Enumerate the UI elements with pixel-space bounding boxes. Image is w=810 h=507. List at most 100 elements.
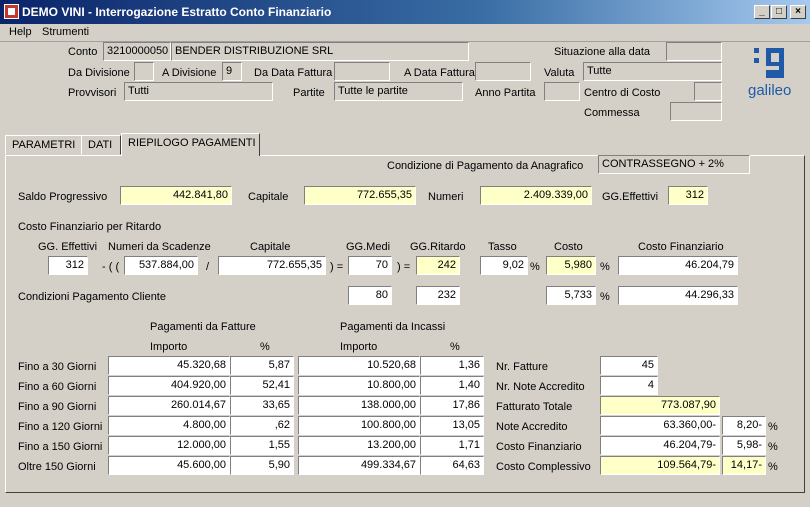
aging-incassi-pct[interactable]: 13,05 <box>420 416 484 435</box>
menu-strumenti[interactable]: Strumenti <box>42 26 89 38</box>
row2-gg-ritardo[interactable]: 232 <box>416 286 460 305</box>
da-data-fattura-label: Da Data Fattura <box>254 67 333 79</box>
da-divisione-field[interactable] <box>134 62 154 81</box>
aging-fatture-pct[interactable]: 33,65 <box>230 396 294 415</box>
maximize-button[interactable]: □ <box>771 5 787 19</box>
summary-costo-finanziario-pct[interactable]: 5,98- <box>722 436 766 455</box>
aging-fatture-importo[interactable]: 12.000,00 <box>108 436 230 455</box>
commessa-field[interactable] <box>670 102 722 121</box>
aging-incassi-importo[interactable]: 100.800,00 <box>298 416 420 435</box>
da-data-fattura-field[interactable] <box>334 62 390 81</box>
row1-numeri-scadenze[interactable]: 537.884,00 <box>124 256 198 275</box>
summary-label-nr-note: Nr. Note Accredito <box>496 381 585 393</box>
situazione-field[interactable] <box>666 42 722 61</box>
aging-fatture-importo[interactable]: 260.014,67 <box>108 396 230 415</box>
numeri-label: Numeri <box>428 191 464 203</box>
aging-incassi-importo[interactable]: 10.800,00 <box>298 376 420 395</box>
row1-gg-ritardo[interactable]: 242 <box>416 256 460 275</box>
op-minus: - ( ( <box>102 261 120 273</box>
galileo-logo: galileo <box>746 44 806 100</box>
commessa-label: Commessa <box>584 107 640 119</box>
incassi-pct-header: % <box>450 341 460 353</box>
aging-incassi-pct[interactable]: 64,63 <box>420 456 484 475</box>
aging-incassi-importo[interactable]: 10.520,68 <box>298 356 420 375</box>
tab-parametri[interactable]: PARAMETRI <box>5 135 82 155</box>
row1-costo-finanziario[interactable]: 46.204,79 <box>618 256 738 275</box>
aging-incassi-pct[interactable]: 1,40 <box>420 376 484 395</box>
aging-fatture-pct[interactable]: 5,87 <box>230 356 294 375</box>
close-button[interactable]: × <box>790 5 806 19</box>
aging-fatture-pct[interactable]: 5,90 <box>230 456 294 475</box>
partite-label: Partite <box>293 87 325 99</box>
aging-fatture-importo[interactable]: 45.600,00 <box>108 456 230 475</box>
summary-note-accredito[interactable]: 63.360,00- <box>600 416 720 435</box>
centro-di-costo-field[interactable] <box>694 82 722 101</box>
aging-incassi-importo[interactable]: 13.200,00 <box>298 436 420 455</box>
col-gg-ritardo: GG.Ritardo <box>410 241 466 253</box>
summary-costo-complessivo-pct-sign: % <box>768 461 778 473</box>
col-gg-medi: GG.Medi <box>346 241 391 253</box>
capitale-label: Capitale <box>248 191 289 203</box>
a-divisione-label: A Divisione <box>162 67 217 79</box>
gg-effettivi-field[interactable]: 312 <box>668 186 708 205</box>
summary-costo-complessivo[interactable]: 109.564,79- <box>600 456 720 475</box>
aging-incassi-pct[interactable]: 1,36 <box>420 356 484 375</box>
condizioni-cliente-label: Condizioni Pagamento Cliente <box>18 291 166 303</box>
aging-incassi-importo[interactable]: 138.000,00 <box>298 396 420 415</box>
row2-gg-medi[interactable]: 80 <box>348 286 392 305</box>
aging-fatture-pct[interactable]: 52,41 <box>230 376 294 395</box>
conto-code-field[interactable]: 3210000050 <box>103 42 171 61</box>
partite-field[interactable]: Tutte le partite <box>334 82 463 101</box>
provvisori-label: Provvisori <box>68 87 117 99</box>
menu-help[interactable]: Help <box>9 26 32 38</box>
fatture-importo-header: Importo <box>150 341 188 353</box>
aging-label: Fino a 60 Giorni <box>18 381 97 393</box>
capitale-field[interactable]: 772.655,35 <box>304 186 416 205</box>
summary-fatturato-totale[interactable]: 773.087,90 <box>600 396 720 415</box>
aging-fatture-importo[interactable]: 404.920,00 <box>108 376 230 395</box>
col-numeri-scadenze: Numeri da Scadenze <box>108 241 211 253</box>
aging-fatture-importo[interactable]: 4.800,00 <box>108 416 230 435</box>
provvisori-field[interactable]: Tutti <box>124 82 273 101</box>
anno-partita-field[interactable] <box>544 82 580 101</box>
row1-gg-medi[interactable]: 70 <box>348 256 392 275</box>
a-data-fattura-field[interactable] <box>475 62 531 81</box>
saldo-field[interactable]: 442.841,80 <box>120 186 232 205</box>
summary-nr-note-accredito[interactable]: 4 <box>600 376 658 395</box>
centro-di-costo-label: Centro di Costo <box>584 87 661 99</box>
condizione-field[interactable]: CONTRASSEGNO + 2% <box>598 155 750 174</box>
pagamenti-incassi-title: Pagamenti da Incassi <box>340 321 446 333</box>
aging-incassi-importo[interactable]: 499.334,67 <box>298 456 420 475</box>
row1-costo[interactable]: 5,980 <box>546 256 596 275</box>
aging-fatture-pct[interactable]: 1,55 <box>230 436 294 455</box>
a-divisione-field[interactable]: 9 <box>222 62 242 81</box>
conto-name-field[interactable]: BENDER DISTRIBUZIONE SRL <box>171 42 469 61</box>
minimize-button[interactable]: _ <box>754 5 770 19</box>
galileo-logo-text: galileo <box>748 82 792 99</box>
aging-label: Fino a 150 Giorni <box>18 441 103 453</box>
row1-tasso[interactable]: 9,02 <box>480 256 528 275</box>
row2-costo[interactable]: 5,733 <box>546 286 596 305</box>
aging-fatture-importo[interactable]: 45.320,68 <box>108 356 230 375</box>
summary-label-costo-finanziario: Costo Finanziario <box>496 441 582 453</box>
summary-costo-finanziario[interactable]: 46.204,79- <box>600 436 720 455</box>
aging-fatture-pct[interactable]: ,62 <box>230 416 294 435</box>
aging-label: Fino a 120 Giorni <box>18 421 103 433</box>
condizione-label: Condizione di Pagamento da Anagrafico <box>387 160 584 172</box>
summary-nr-fatture[interactable]: 45 <box>600 356 658 375</box>
aging-incassi-pct[interactable]: 17,86 <box>420 396 484 415</box>
incassi-importo-header: Importo <box>340 341 378 353</box>
valuta-field[interactable]: Tutte <box>583 62 722 81</box>
summary-costo-complessivo-pct[interactable]: 14,17- <box>722 456 766 475</box>
row2-costo-finanziario[interactable]: 44.296,33 <box>618 286 738 305</box>
aging-incassi-pct[interactable]: 1,71 <box>420 436 484 455</box>
summary-note-accredito-pct-sign: % <box>768 421 778 433</box>
tab-riepilogo-pagamenti[interactable]: RIEPILOGO PAGAMENTI <box>121 133 260 156</box>
row1-gg-effettivi[interactable]: 312 <box>48 256 88 275</box>
summary-label-costo-complessivo: Costo Complessivo <box>496 461 591 473</box>
numeri-field[interactable]: 2.409.339,00 <box>480 186 592 205</box>
conto-label: Conto <box>68 46 98 58</box>
tab-dati[interactable]: DATI <box>81 135 121 155</box>
row1-capitale[interactable]: 772.655,35 <box>218 256 326 275</box>
summary-note-accredito-pct[interactable]: 8,20- <box>722 416 766 435</box>
